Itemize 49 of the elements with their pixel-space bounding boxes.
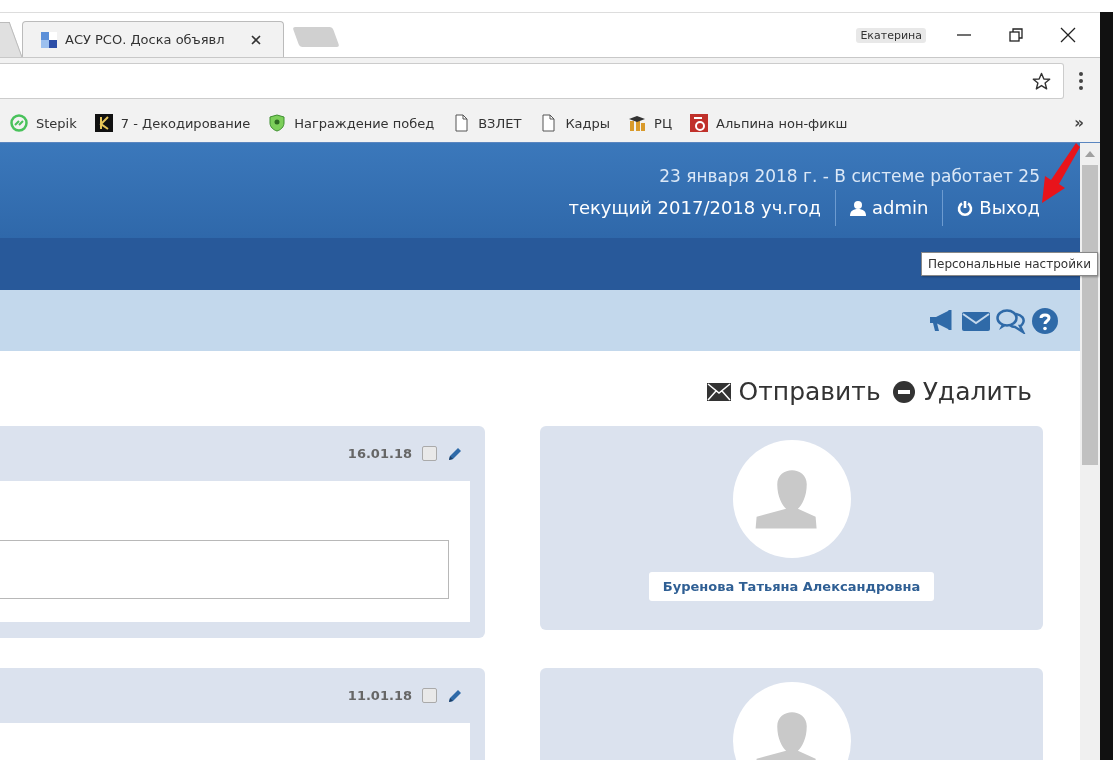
shield-icon bbox=[268, 114, 287, 132]
user-icon bbox=[849, 199, 866, 216]
letter-logo-icon bbox=[94, 114, 113, 132]
envelope-icon bbox=[706, 382, 731, 401]
annotation-arrow bbox=[1040, 143, 1080, 205]
mail-icon[interactable] bbox=[962, 309, 990, 332]
letter-logo-icon bbox=[690, 114, 708, 132]
page-icon bbox=[539, 114, 558, 132]
profile-name[interactable]: Екатерина bbox=[856, 27, 926, 43]
bookmark[interactable]: Альпина нон-фикш bbox=[690, 114, 848, 132]
status-text: 23 января 2018 г. - В системе работает 25 bbox=[659, 164, 1040, 186]
school-year-text: текущий 2017/2018 уч.год bbox=[568, 196, 821, 220]
close-icon[interactable] bbox=[1060, 27, 1076, 43]
browser-tab[interactable]: АСУ РСО. Доска объявл bbox=[22, 21, 284, 57]
page-favicon-icon bbox=[41, 31, 57, 48]
ring-logo-icon bbox=[10, 114, 28, 132]
checkbox[interactable] bbox=[422, 688, 437, 703]
more-vertical-icon[interactable] bbox=[1078, 71, 1084, 91]
graduation-cap-icon bbox=[628, 114, 647, 132]
bookmark[interactable]: Награждение побед bbox=[268, 114, 435, 132]
post-date: 11.01.18 bbox=[347, 688, 412, 703]
power-icon bbox=[957, 199, 974, 216]
delete-button[interactable]: Удалить bbox=[892, 377, 1032, 406]
scroll-up-icon[interactable] bbox=[1085, 151, 1095, 157]
input-field[interactable] bbox=[0, 540, 449, 599]
restore-icon[interactable] bbox=[1008, 27, 1024, 43]
chat-icon[interactable] bbox=[996, 307, 1026, 334]
bookmark[interactable]: Stepik bbox=[10, 114, 77, 132]
bookmark[interactable]: Кадры bbox=[539, 114, 611, 132]
avatar-silhouette-icon bbox=[732, 440, 851, 558]
bookmark[interactable]: ВЗЛЕТ bbox=[452, 114, 522, 132]
help-icon[interactable] bbox=[1032, 307, 1058, 334]
more-bookmarks-button[interactable]: » bbox=[1074, 114, 1084, 132]
star-icon[interactable] bbox=[1032, 71, 1051, 91]
send-button[interactable]: Отправить bbox=[706, 377, 881, 406]
tab-title: АСУ РСО. Доска объявл bbox=[65, 32, 226, 47]
minus-circle-icon bbox=[892, 380, 915, 403]
tooltip: Персональные настройки bbox=[921, 252, 1098, 276]
close-icon[interactable] bbox=[251, 34, 261, 45]
author-name-link[interactable]: Буренова Татьяна Александровна bbox=[648, 572, 935, 601]
post-date: 16.01.18 bbox=[347, 446, 412, 461]
pencil-icon[interactable] bbox=[447, 687, 463, 704]
checkbox[interactable] bbox=[422, 446, 437, 461]
page-icon bbox=[452, 114, 471, 132]
user-link[interactable]: admin bbox=[849, 189, 929, 226]
logout-link[interactable]: Выход bbox=[957, 189, 1040, 226]
bookmark[interactable]: 7 - Декодирование bbox=[94, 114, 251, 132]
pencil-icon[interactable] bbox=[447, 445, 463, 462]
bookmark[interactable]: РЦ bbox=[628, 114, 672, 132]
